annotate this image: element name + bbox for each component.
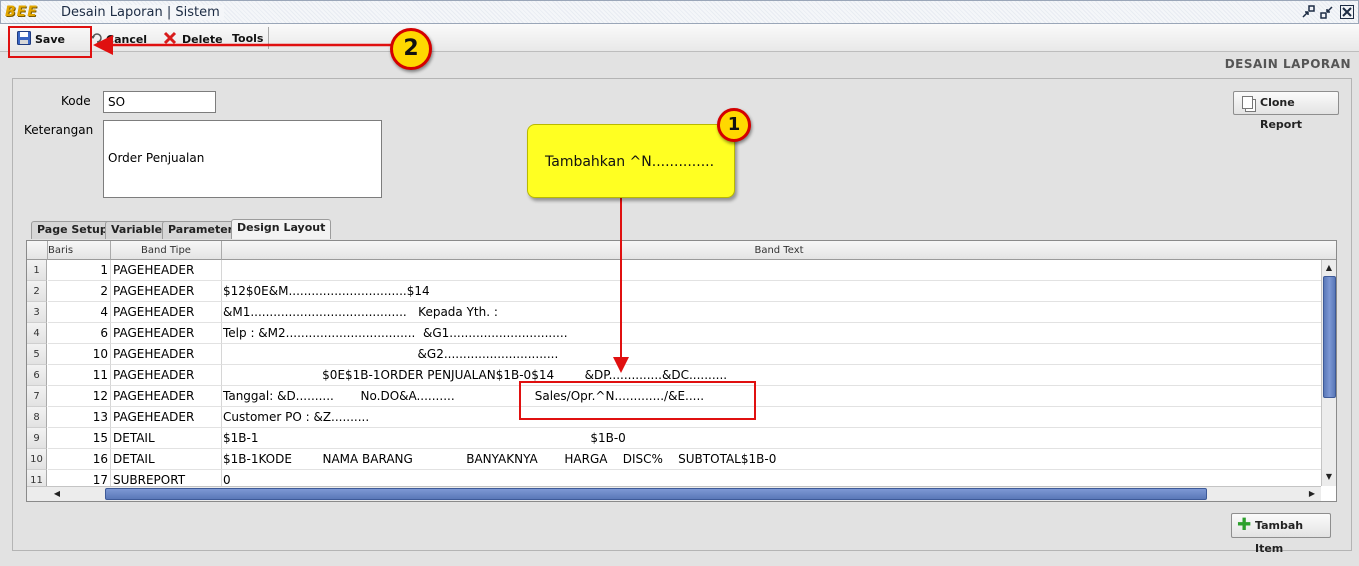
annotation-badge-1: 1 <box>717 108 751 142</box>
annotation-badge-2: 2 <box>390 28 432 70</box>
annotation-note-text: Tambahkan ^N.............. <box>545 154 715 170</box>
badge-number: 2 <box>403 36 419 61</box>
annotation-arrows <box>93 35 629 373</box>
annotation-sales-highlight <box>519 381 756 420</box>
annotation-note: Tambahkan ^N.............. <box>527 124 735 198</box>
badge-number: 1 <box>727 114 741 135</box>
